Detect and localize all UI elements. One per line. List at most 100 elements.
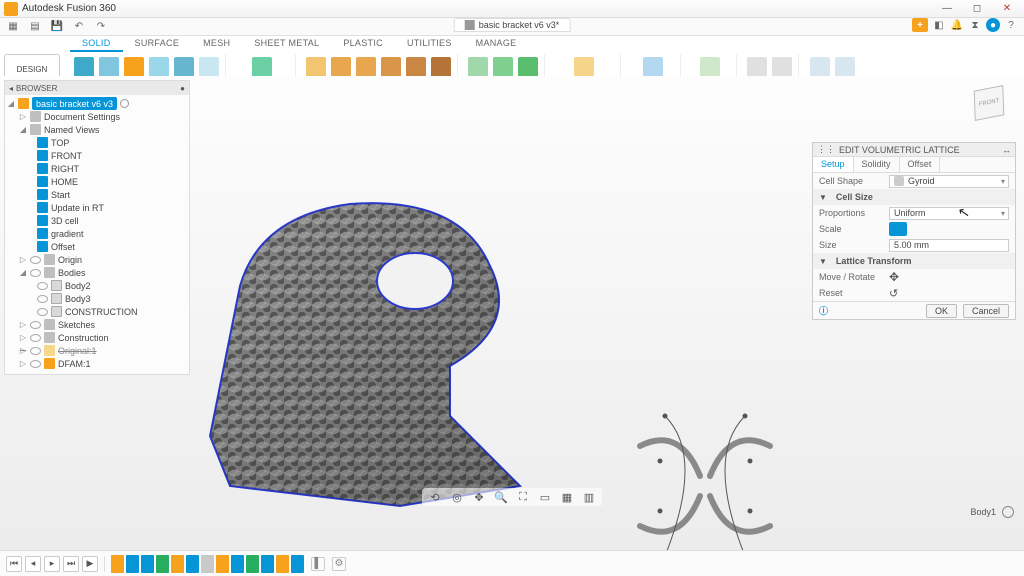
timeline-feature[interactable] (126, 555, 139, 573)
named-view-item[interactable]: FRONT (7, 149, 187, 162)
size-input[interactable]: 5.00 mm (889, 239, 1009, 252)
tree-named-views[interactable]: ◢Named Views (7, 123, 187, 136)
tree-document-settings[interactable]: ▷Document Settings (7, 110, 187, 123)
named-view-item[interactable]: Offset (7, 240, 187, 253)
cell-size-section[interactable]: ▼Cell Size (813, 189, 1015, 205)
cancel-button[interactable]: Cancel (963, 304, 1009, 318)
tree-construction[interactable]: ▷Construction (7, 331, 187, 344)
plane-icon[interactable] (574, 57, 594, 77)
tree-original-component[interactable]: ▷Original:1 (7, 344, 187, 357)
timeline-feature[interactable] (291, 555, 304, 573)
panel-drag-icon[interactable]: ⋮⋮ (817, 144, 835, 155)
lattice-transform-section[interactable]: ▼Lattice Transform (813, 253, 1015, 269)
named-view-item[interactable]: Start (7, 188, 187, 201)
named-view-item[interactable]: Update in RT (7, 201, 187, 214)
timeline-feature[interactable] (216, 555, 229, 573)
close-button[interactable]: ✕ (994, 2, 1020, 16)
cell-shape-dropdown[interactable]: Gyroid ▾ (889, 175, 1009, 188)
visibility-toggle[interactable] (37, 282, 48, 290)
ribbon-tab-manage[interactable]: MANAGE (464, 36, 529, 52)
ribbon-tab-plastic[interactable]: PLASTIC (331, 36, 395, 52)
panel-tab-offset[interactable]: Offset (900, 157, 941, 172)
document-tab[interactable]: basic bracket v6 v3* (454, 18, 571, 32)
maximize-button[interactable]: ◻ (964, 2, 990, 16)
new-tab-button[interactable]: + (912, 18, 928, 32)
timeline-feature[interactable] (276, 555, 289, 573)
new-sketch-icon[interactable] (74, 57, 94, 77)
timeline-feature[interactable] (186, 555, 199, 573)
orbit-icon[interactable]: ⟲ (428, 490, 442, 504)
combine-icon[interactable] (431, 57, 451, 77)
tree-origin[interactable]: ▷Origin (7, 253, 187, 266)
timeline-step-forward-button[interactable]: ▸ (44, 556, 60, 572)
browser-options-icon[interactable]: ● (180, 84, 185, 93)
notifications-icon[interactable]: 🔔 (950, 18, 964, 32)
inspect-icon[interactable] (643, 57, 663, 77)
named-view-item[interactable]: TOP (7, 136, 187, 149)
grid-apps-icon[interactable]: ▦ (6, 20, 20, 34)
select-icon[interactable] (747, 57, 767, 77)
fit-icon[interactable]: ⛶ (516, 490, 530, 504)
proportions-dropdown[interactable]: Uniform ▾ (889, 207, 1009, 220)
save-icon[interactable]: 💾 (50, 20, 64, 34)
timeline-feature[interactable] (111, 555, 124, 573)
named-view-item[interactable]: gradient (7, 227, 187, 240)
ribbon-tab-utilities[interactable]: UTILITIES (395, 36, 464, 52)
timeline-start-button[interactable]: ⏮ (6, 556, 22, 572)
rigid-group-icon[interactable] (518, 57, 538, 77)
timeline-feature[interactable] (246, 555, 259, 573)
timeline-feature[interactable] (141, 555, 154, 573)
viewport-settings-icon[interactable] (1002, 506, 1014, 518)
timeline-step-back-button[interactable]: ◂ (25, 556, 41, 572)
ribbon-tab-sheet-metal[interactable]: SHEET METAL (242, 36, 331, 52)
timeline-feature[interactable] (261, 555, 274, 573)
timeline-feature[interactable] (171, 555, 184, 573)
timeline-settings-icon[interactable]: ⚙ (332, 557, 346, 571)
body-item[interactable]: CONSTRUCTION (7, 305, 187, 318)
position-capture-icon[interactable] (810, 57, 830, 77)
tree-bodies[interactable]: ◢Bodies (7, 266, 187, 279)
named-view-item[interactable]: 3D cell (7, 214, 187, 227)
visibility-toggle[interactable] (30, 360, 41, 368)
pan-icon[interactable]: ✥ (472, 490, 486, 504)
viewport-layout-icon[interactable]: ▥ (582, 490, 596, 504)
ribbon-tab-solid[interactable]: SOLID (70, 36, 123, 52)
visibility-toggle[interactable] (37, 295, 48, 303)
zoom-icon[interactable]: 🔍 (494, 490, 508, 504)
panel-expand-icon[interactable]: ↔ (1002, 145, 1011, 155)
fillet-icon[interactable] (331, 57, 351, 77)
press-pull-icon[interactable] (306, 57, 326, 77)
help-icon[interactable]: ? (1004, 18, 1018, 32)
panel-tab-setup[interactable]: Setup (813, 157, 854, 172)
position-revert-icon[interactable] (835, 57, 855, 77)
draft-icon[interactable] (406, 57, 426, 77)
visibility-toggle[interactable] (30, 256, 41, 264)
job-status-icon[interactable]: ⧗ (968, 18, 982, 32)
visibility-toggle[interactable] (37, 308, 48, 316)
visibility-toggle[interactable] (30, 334, 41, 342)
look-at-icon[interactable]: ◎ (450, 490, 464, 504)
tree-root[interactable]: ◢basic bracket v6 v3 (7, 97, 187, 110)
extensions-icon[interactable]: ◧ (932, 18, 946, 32)
ribbon-tab-surface[interactable]: SURFACE (123, 36, 192, 52)
shell-icon[interactable] (381, 57, 401, 77)
visibility-toggle[interactable] (30, 321, 41, 329)
select-filter-icon[interactable] (772, 57, 792, 77)
user-avatar[interactable]: ● (986, 18, 1000, 32)
emboss-icon[interactable] (199, 57, 219, 77)
extrude-icon[interactable] (124, 57, 144, 77)
box-icon[interactable] (99, 57, 119, 77)
grid-settings-icon[interactable]: ▦ (560, 490, 574, 504)
file-menu-icon[interactable]: ▤ (28, 20, 42, 34)
redo-icon[interactable]: ↷ (94, 20, 108, 34)
view-cube[interactable]: FRONT (970, 82, 1010, 122)
automate-icon[interactable] (252, 57, 272, 77)
scale-mode-button[interactable] (889, 222, 907, 236)
joint-icon[interactable] (468, 57, 488, 77)
move-rotate-icon[interactable]: ✥ (889, 270, 899, 284)
as-built-joint-icon[interactable] (493, 57, 513, 77)
revolve-icon[interactable] (149, 57, 169, 77)
undo-icon[interactable]: ↶ (72, 20, 86, 34)
ok-button[interactable]: OK (926, 304, 957, 318)
chevron-left-icon[interactable]: ◂ (9, 84, 13, 93)
